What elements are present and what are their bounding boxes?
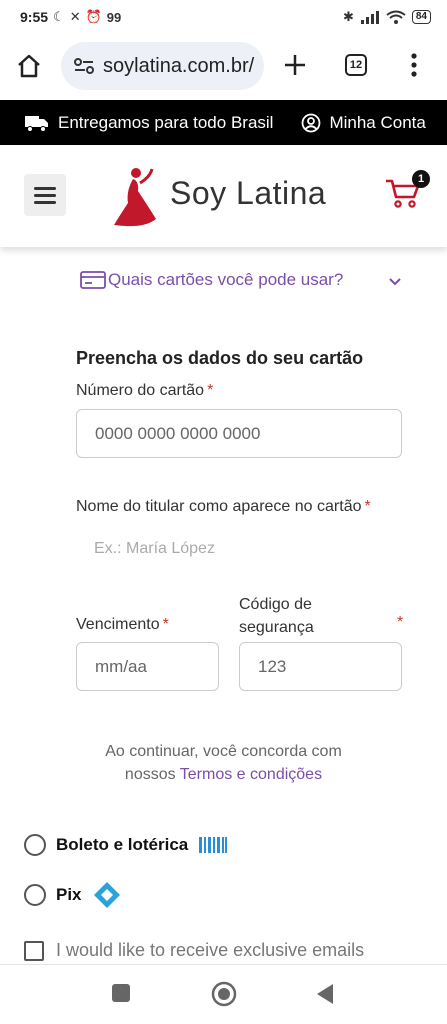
wifi-icon: [386, 10, 406, 24]
terms-line1: Ao continuar, você concorda com: [105, 743, 342, 760]
terms-notice: Ao continuar, você concorda com nossos T…: [0, 740, 447, 786]
clock-time: 9:55: [20, 9, 49, 25]
url-text: soylatina.com.br/: [103, 54, 255, 77]
notification-count: 99: [106, 9, 122, 25]
card-number-input[interactable]: 0000 0000 0000 0000: [76, 409, 402, 458]
barcode-icon: [199, 837, 228, 853]
boleto-radio[interactable]: [24, 834, 46, 856]
cvv-label-line2: segurança: [239, 619, 314, 636]
brand-logo-icon[interactable]: [106, 163, 166, 235]
required-mark: *: [397, 614, 404, 631]
pix-radio[interactable]: [24, 884, 46, 906]
site-header: Soy Latina 1: [0, 145, 447, 247]
account-text: Minha Conta: [329, 112, 426, 132]
newsletter-option[interactable]: I would like to receive exclusive emails: [24, 940, 364, 961]
new-tab-icon[interactable]: [282, 52, 308, 78]
terms-line2: nossos Termos e condições: [0, 763, 447, 786]
chevron-down-icon[interactable]: [388, 274, 402, 290]
terms-mid: nossos: [124, 766, 180, 783]
delivery-truck-icon: [25, 115, 48, 132]
cvv-label: Código de segurança: [239, 593, 314, 639]
boleto-label: Boleto e lotérica: [56, 835, 189, 854]
card-number-label-text: Número do cartão: [76, 382, 205, 399]
expiry-placeholder: mm/aa: [95, 656, 147, 676]
site-settings-icon[interactable]: [73, 57, 95, 75]
credit-card-icon: [80, 271, 106, 289]
required-mark: *: [207, 382, 214, 399]
cvv-placeholder: 123: [258, 656, 287, 676]
address-bar[interactable]: soylatina.com.br/: [61, 42, 264, 90]
terms-link[interactable]: Termos e condições: [180, 766, 322, 783]
user-circle-icon: [302, 113, 321, 132]
menu-line: [34, 193, 56, 197]
system-navigation-bar: [0, 964, 447, 1024]
holder-name-label: Nome do titular como aparece no cartão *: [76, 498, 371, 516]
tab-count: 12: [345, 54, 367, 76]
menu-line: [34, 200, 56, 204]
brand-name[interactable]: Soy Latina: [170, 175, 326, 212]
my-account-link[interactable]: Minha Conta: [301, 112, 426, 133]
newsletter-checkbox[interactable]: [24, 940, 44, 961]
accepted-cards-text: Quais cartões você pode usar?: [108, 270, 344, 289]
expiry-label-text: Vencimento: [76, 616, 160, 633]
home-icon[interactable]: [16, 54, 42, 78]
holder-name-input[interactable]: Ex.: María López: [94, 540, 215, 558]
cvv-input[interactable]: 123: [239, 642, 402, 691]
pix-icon: [93, 882, 120, 908]
cart-count-badge: 1: [412, 170, 430, 188]
shipping-text: Entregamos para todo Brasil: [58, 112, 274, 132]
shipping-notice: Entregamos para todo Brasil: [24, 113, 273, 133]
browser-toolbar: soylatina.com.br/ 12: [0, 36, 447, 96]
battery-level: 84: [411, 10, 431, 24]
accepted-cards-link[interactable]: Quais cartões você pode usar?: [80, 270, 343, 290]
home-button-icon[interactable]: [211, 981, 237, 1007]
cvv-label-line1: Código de: [239, 596, 312, 613]
recent-apps-icon[interactable]: [111, 983, 131, 1003]
signal-icon: [360, 11, 379, 24]
muted-notification-icon: ✕: [69, 9, 81, 24]
back-icon[interactable]: [315, 983, 335, 1005]
expiry-input[interactable]: mm/aa: [76, 642, 219, 691]
promo-strip: Entregamos para todo Brasil Minha Conta: [0, 100, 447, 145]
expiry-label: Vencimento *: [76, 616, 169, 634]
payment-option-boleto[interactable]: Boleto e lotérica: [24, 834, 228, 856]
payment-option-pix[interactable]: Pix: [24, 880, 122, 910]
pix-label: Pix: [56, 885, 82, 904]
required-mark: *: [364, 498, 371, 515]
newsletter-label: I would like to receive exclusive emails: [56, 940, 365, 960]
status-bar: 9:55 ☾ ✕ ⏰ 99 ✱ 84: [0, 0, 447, 34]
moon-icon: ☾: [53, 9, 65, 24]
card-form-title: Preencha os dados do seu cartão: [76, 348, 364, 368]
holder-name-label-text: Nome do titular como aparece no cartão: [76, 498, 362, 515]
required-mark: *: [162, 616, 169, 633]
hamburger-menu-button[interactable]: [24, 174, 66, 216]
card-number-placeholder: 0000 0000 0000 0000: [95, 423, 261, 443]
cvv-required-mark: *: [394, 614, 403, 632]
alarm-icon: ⏰: [85, 9, 102, 24]
bluetooth-icon: ✱: [342, 9, 354, 24]
tab-switcher-button[interactable]: 12: [345, 54, 367, 76]
menu-line: [34, 186, 56, 190]
card-number-label: Número do cartão *: [76, 382, 213, 400]
more-menu-icon[interactable]: [410, 53, 418, 77]
